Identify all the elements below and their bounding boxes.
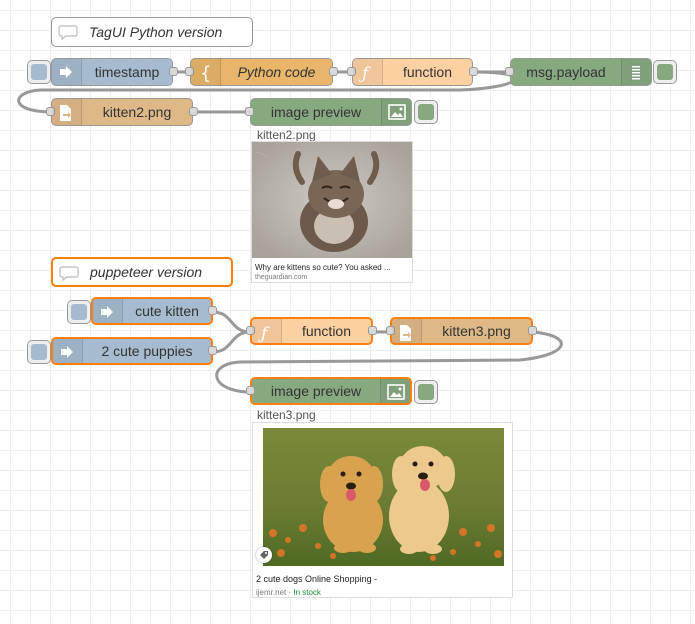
function-icon: ƒ (258, 324, 270, 342)
preview-source-line: ijemr.net · In stock (256, 588, 321, 597)
function-icon: ƒ (359, 64, 371, 82)
inject-button[interactable] (27, 60, 51, 84)
output-port[interactable] (329, 67, 338, 76)
kitten-photo (252, 142, 412, 258)
function-icon-box: ƒ (353, 59, 383, 85)
preview-filename: kitten2.png (257, 128, 316, 142)
output-port[interactable] (169, 67, 178, 76)
comment-icon (58, 25, 78, 40)
preview-caption: 2 cute dogs Online Shopping - (256, 574, 378, 584)
function-node-2[interactable]: ƒ function (246, 317, 377, 345)
function-node-1[interactable]: ƒ function (347, 58, 478, 86)
inject-button[interactable] (67, 300, 91, 324)
image-icon (387, 384, 405, 400)
arrow-in-icon (61, 346, 73, 358)
image-icon-box (381, 99, 411, 125)
node-label: image preview (270, 104, 362, 120)
node-label: function (402, 64, 453, 80)
output-port[interactable] (469, 67, 478, 76)
output-port[interactable] (528, 326, 537, 335)
node-label: function (301, 323, 352, 339)
wire (212, 330, 251, 354)
tag-icon (256, 547, 272, 563)
comment-icon (59, 266, 79, 281)
image-icon-box (380, 379, 410, 403)
image-preview-node-1[interactable]: image preview (245, 98, 412, 126)
output-port[interactable] (368, 326, 377, 335)
image-preview-node-2[interactable]: image preview (246, 377, 412, 405)
puppies-photo (263, 428, 504, 566)
image-preview-toggle-button[interactable] (414, 100, 438, 124)
list-icon (632, 66, 640, 80)
inject-icon-box (52, 59, 82, 85)
cute-puppies-node[interactable]: 2 cute puppies (51, 337, 217, 365)
preview-source: ijemr.net (256, 588, 287, 597)
cute-kitten-node[interactable]: cute kitten (91, 297, 217, 325)
wire (212, 310, 251, 334)
file-icon (400, 325, 411, 341)
inject-icon-box (93, 299, 123, 323)
template-icon-box: { (191, 59, 221, 85)
file-icon-box (52, 99, 82, 125)
stock-status: In stock (293, 588, 321, 597)
output-port[interactable] (208, 306, 217, 315)
kitten3-file-node[interactable]: kitten3.png (386, 317, 537, 345)
node-label: 2 cute puppies (101, 343, 193, 359)
file-icon-box (392, 319, 422, 343)
inject-icon-box (53, 339, 83, 363)
output-port[interactable] (208, 346, 217, 355)
preview-filename: kitten3.png (257, 408, 316, 422)
output-port[interactable] (189, 107, 198, 116)
comment-label: puppeteer version (90, 264, 203, 280)
comment-puppeteer[interactable]: puppeteer version (51, 257, 233, 287)
comment-tagui[interactable]: TagUI Python version (51, 17, 253, 47)
node-label: msg.payload (526, 64, 606, 80)
svg-text:{: { (200, 64, 211, 82)
file-icon (60, 105, 71, 121)
arrow-in-icon (101, 306, 113, 318)
preview-source: theguardian.com (255, 274, 308, 281)
node-label: kitten3.png (442, 323, 511, 339)
image-preview-toggle-button[interactable] (414, 380, 438, 404)
node-label: timestamp (94, 64, 160, 80)
image-preview-panel-2: 2 cute dogs Online Shopping - ijemr.net … (252, 422, 513, 598)
image-icon (388, 104, 406, 120)
arrow-in-icon (60, 66, 72, 78)
function-icon-box: ƒ (252, 319, 282, 343)
comment-label: TagUI Python version (89, 24, 223, 40)
debug-toggle-button[interactable] (653, 60, 677, 84)
python-code-node[interactable]: { Python code (185, 58, 338, 86)
preview-caption: Why are kittens so cute? You asked ... (255, 263, 391, 272)
svg-text:ƒ: ƒ (258, 324, 270, 342)
kitten2-file-node[interactable]: kitten2.png (46, 98, 198, 126)
node-label: cute kitten (135, 303, 199, 319)
inject-button[interactable] (27, 340, 51, 364)
node-label: kitten2.png (102, 104, 172, 120)
timestamp-node[interactable]: timestamp (51, 58, 178, 86)
msg-payload-node[interactable]: msg.payload (505, 58, 652, 86)
image-preview-panel-1: Why are kittens so cute? You asked ... t… (251, 141, 413, 283)
debug-icon-box (621, 59, 651, 85)
brace-icon: { (200, 64, 211, 82)
node-label: image preview (270, 383, 362, 399)
node-label: Python code (237, 64, 316, 80)
svg-text:ƒ: ƒ (359, 64, 371, 82)
